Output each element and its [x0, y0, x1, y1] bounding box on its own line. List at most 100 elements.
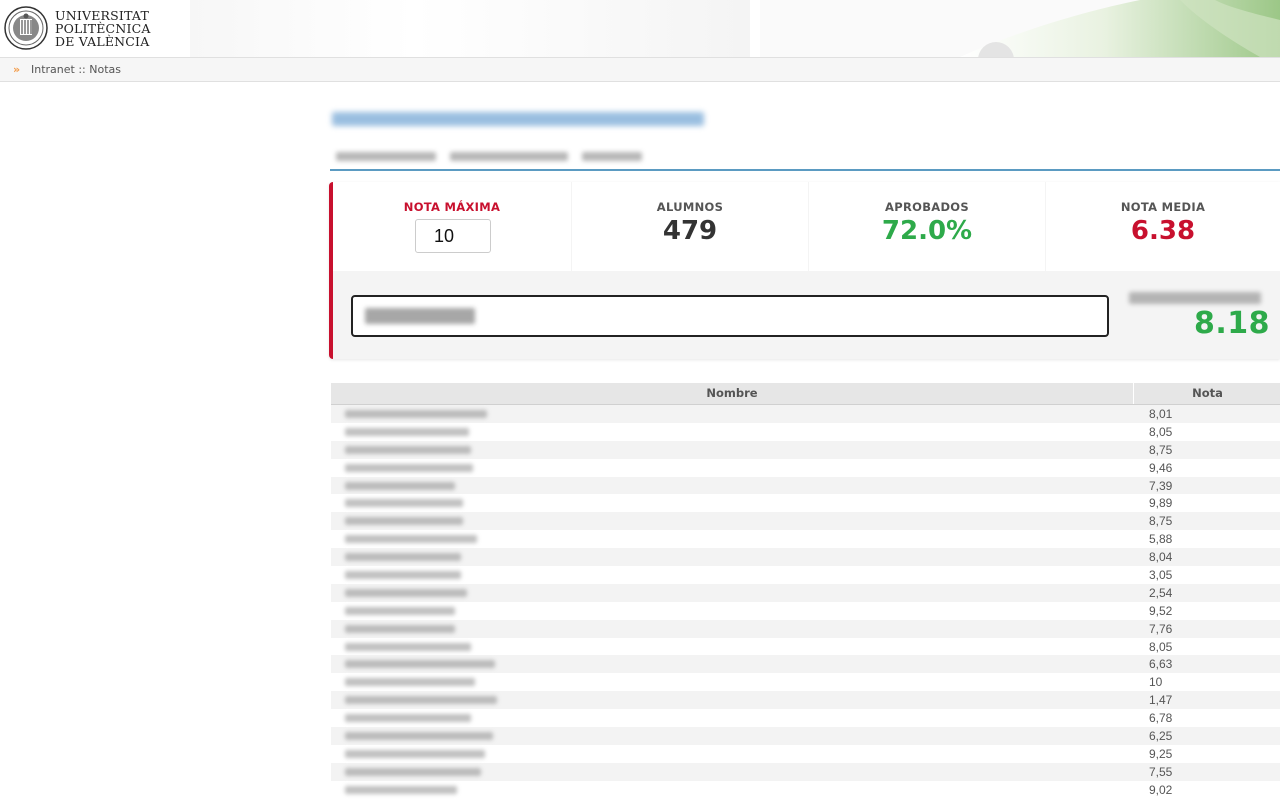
grade-cell: 8,75: [1149, 514, 1173, 529]
student-name-redacted: [345, 767, 481, 776]
stats-card: NOTA MÁXIMA ALUMNOS 479 APROBADOS 72.0% …: [329, 182, 1280, 359]
grade-cell: 2,54: [1149, 585, 1173, 600]
table-row: 9,02: [331, 780, 1280, 799]
table-row: 7,76: [331, 619, 1280, 638]
grades-table: Nombre Nota 8,01 8,05 8,75 9,46 7,39 9,89 8,75…: [331, 383, 1280, 799]
header-decoration: [760, 0, 1280, 57]
grade-cell: 6,63: [1149, 657, 1173, 672]
average-value: 6.38: [1130, 216, 1196, 246]
table-header: Nombre Nota: [331, 383, 1280, 405]
grade-cell: 6,78: [1149, 711, 1173, 726]
grade-cell: 9,25: [1149, 746, 1173, 761]
student-name-redacted: [345, 499, 463, 508]
table-row: 8,04: [331, 548, 1280, 567]
table-row: 3,05: [331, 566, 1280, 584]
table-body: 8,01 8,05 8,75 9,46 7,39 9,89 8,75 5,88 8,04 3,05…: [331, 405, 1280, 799]
student-search-input[interactable]: [351, 295, 1109, 337]
table-row: 10: [331, 673, 1280, 692]
grade-cell: 9,89: [1149, 496, 1173, 511]
student-name-redacted: [345, 427, 469, 436]
table-row: 6,25: [331, 727, 1280, 745]
student-name-redacted: [345, 571, 461, 580]
student-name-redacted: [345, 481, 455, 490]
breadcrumb-link[interactable]: Intranet :: Notas: [31, 63, 121, 76]
header-banner: [190, 0, 750, 57]
average-label: NOTA MEDIA: [1120, 200, 1206, 214]
student-name-redacted: [345, 785, 457, 794]
student-name-redacted: [345, 535, 477, 544]
grade-cell: 9,02: [1149, 782, 1173, 797]
table-row: 1,47: [331, 691, 1280, 710]
max-grade-label: NOTA MÁXIMA: [403, 200, 501, 214]
table-row: 6,63: [331, 655, 1280, 674]
table-row: 7,39: [331, 476, 1280, 495]
student-name-redacted: [345, 678, 475, 687]
grade-cell: 9,52: [1149, 603, 1173, 618]
table-row: 8,05: [331, 422, 1280, 441]
student-name-redacted: [345, 696, 497, 705]
student-name-redacted: [345, 445, 471, 454]
logo-line-2: POLITÈCNICA: [55, 20, 151, 36]
passed-value: 72.0%: [881, 216, 973, 246]
average-stat: NOTA MEDIA 6.38: [1046, 182, 1280, 271]
passed-stat: APROBADOS 72.0%: [809, 182, 1045, 271]
table-row: 9,25: [331, 744, 1280, 763]
student-name-redacted: [345, 410, 487, 418]
students-value: 479: [662, 216, 718, 246]
grade-cell: 8,05: [1149, 639, 1173, 654]
table-row: 9,46: [331, 458, 1280, 477]
grade-cell: 8,04: [1149, 550, 1173, 565]
student-name-redacted: [345, 517, 463, 526]
table-row: 7,55: [331, 762, 1280, 781]
max-grade-stat: NOTA MÁXIMA: [333, 182, 571, 271]
selected-student-grade: 8.18: [1193, 306, 1270, 341]
course-title-redacted: [332, 108, 704, 130]
table-row: 8,75: [331, 512, 1280, 531]
student-name-redacted: [345, 642, 471, 651]
grade-cell: 5,88: [1149, 532, 1173, 547]
table-row: 6,78: [331, 709, 1280, 728]
table-row: 9,52: [331, 601, 1280, 620]
upv-logo[interactable]: UNIVERSITAT POLITÈCNICA DE VALÈNCIA: [4, 4, 188, 52]
grade-cell: 8,01: [1149, 407, 1173, 421]
table-row: 5,88: [331, 530, 1280, 549]
table-row: 8,05: [331, 637, 1280, 656]
column-divider: [1133, 383, 1134, 404]
student-name-redacted: [345, 553, 461, 562]
student-name-redacted: [345, 624, 455, 633]
grade-cell: 7,76: [1149, 621, 1173, 636]
grade-cell: 8,05: [1149, 424, 1173, 439]
university-seal-icon: [4, 6, 48, 50]
student-name-redacted: [345, 749, 485, 758]
breadcrumb-arrow-icon: »: [13, 63, 21, 76]
table-row: 2,54: [331, 583, 1280, 602]
logo-line-3: DE VALÈNCIA: [55, 33, 150, 49]
grade-cell: 3,05: [1149, 568, 1173, 583]
students-label: ALUMNOS: [656, 200, 724, 214]
student-name-redacted: [345, 660, 495, 669]
site-header: UNIVERSITAT POLITÈCNICA DE VALÈNCIA: [0, 0, 1280, 57]
grade-cell: 10: [1149, 675, 1163, 690]
student-name-redacted: [345, 732, 493, 741]
student-name-redacted: [345, 606, 455, 615]
table-row: 8,01: [331, 405, 1280, 423]
heading-divider: [330, 169, 1280, 171]
table-row: 9,89: [331, 494, 1280, 513]
course-meta-redacted: [336, 150, 646, 164]
grade-cell: 7,39: [1149, 478, 1173, 493]
student-name-redacted: [345, 588, 467, 597]
breadcrumb: » Intranet :: Notas: [0, 57, 1280, 82]
student-name-redacted: [345, 714, 471, 723]
grade-cell: 8,75: [1149, 442, 1173, 457]
grade-cell: 9,46: [1149, 460, 1173, 475]
search-query-redacted: [365, 308, 475, 324]
max-grade-input[interactable]: [415, 219, 491, 253]
grade-cell: 6,25: [1149, 729, 1173, 744]
table-row: 8,75: [331, 440, 1280, 459]
column-header-name[interactable]: Nombre: [331, 386, 1133, 400]
passed-label: APROBADOS: [885, 200, 969, 214]
grade-cell: 7,55: [1149, 764, 1173, 779]
column-header-grade[interactable]: Nota: [1135, 386, 1280, 400]
logo-line-1: UNIVERSITAT: [55, 7, 150, 23]
student-name-redacted: [345, 463, 473, 472]
